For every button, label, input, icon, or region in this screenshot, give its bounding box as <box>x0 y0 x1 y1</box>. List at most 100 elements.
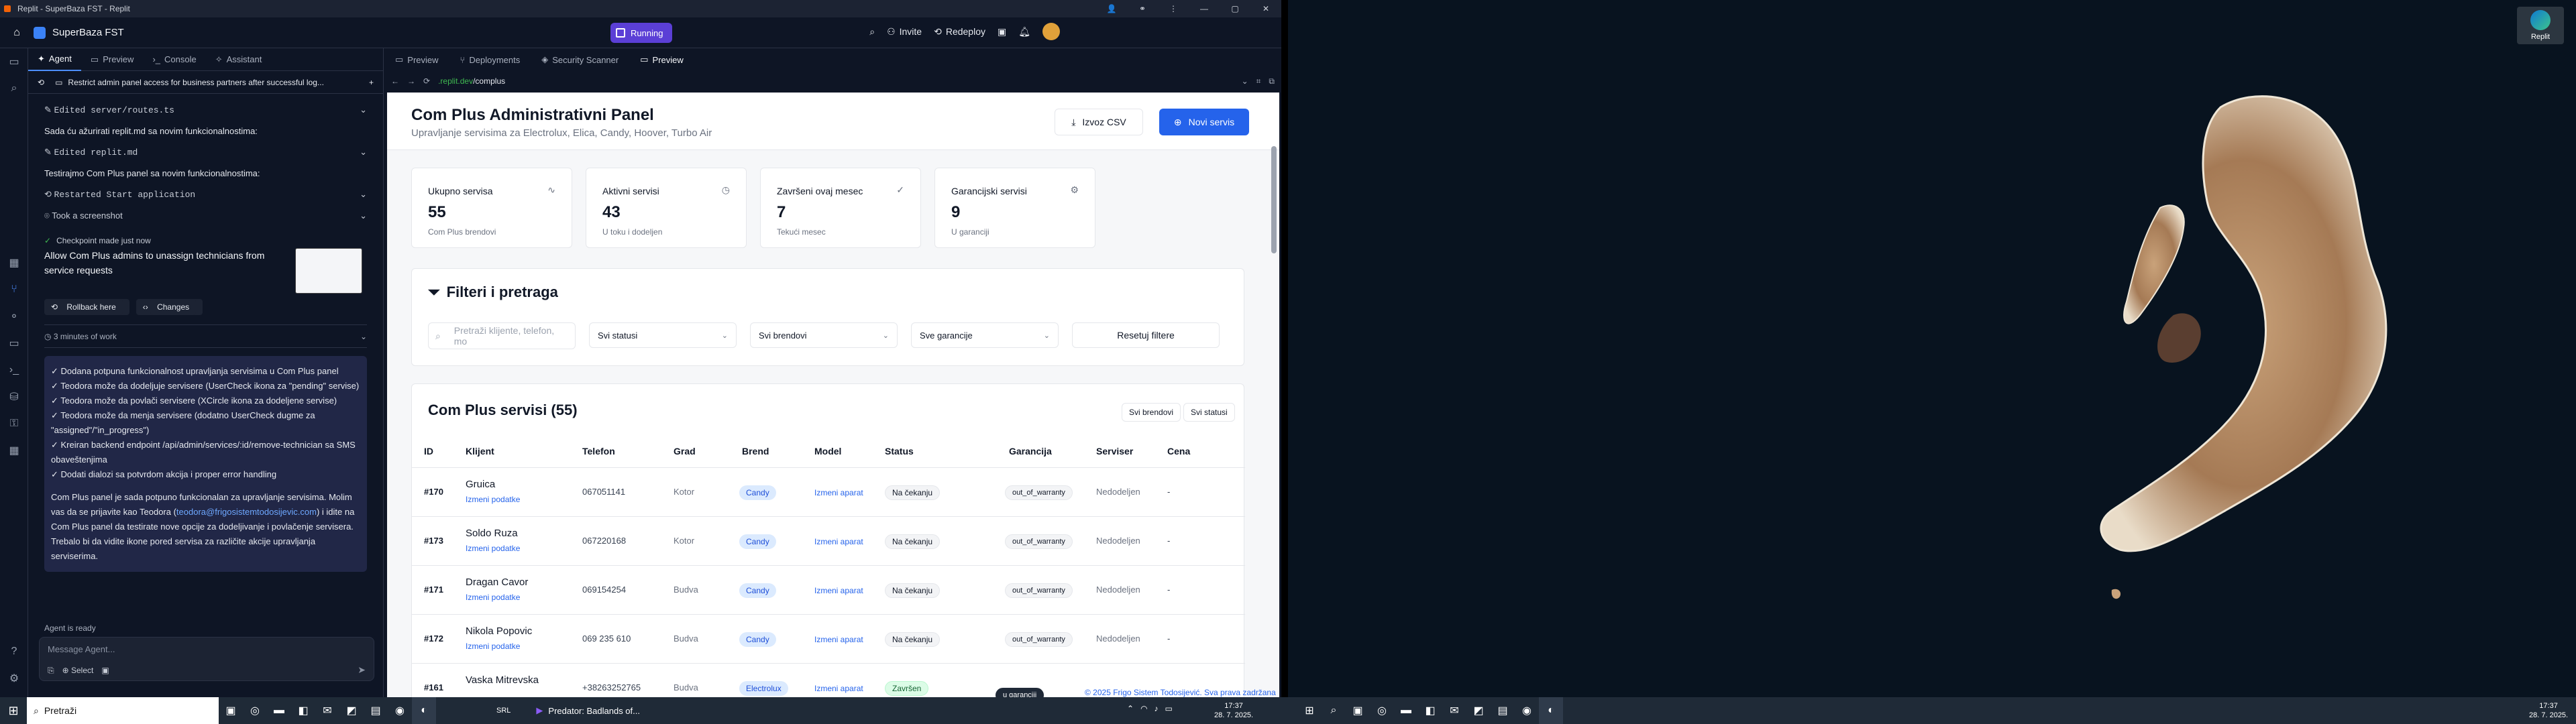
apps-icon[interactable]: ▦ <box>0 249 28 276</box>
reload-icon[interactable]: ⟳ <box>423 76 430 86</box>
more-icon[interactable]: ⋮ <box>1158 0 1189 17</box>
work-summary-toggle[interactable]: ◷ 3 minutes of work ⌄ <box>44 325 367 348</box>
panel-icon[interactable]: ▣ <box>998 26 1006 38</box>
send-icon[interactable]: ➤ <box>358 664 366 676</box>
copilot-icon[interactable]: ◎ <box>243 697 267 724</box>
taskbar-media[interactable]: SRL ▶ Predator: Badlands of... <box>496 697 640 724</box>
tab-preview-2[interactable]: ▭ Preview <box>629 48 694 71</box>
desktop-icon-replit[interactable]: Replit <box>2517 7 2564 44</box>
task-view-icon[interactable]: ▣ <box>1346 697 1370 724</box>
edit-client-link[interactable]: Izmeni podatke <box>466 544 520 553</box>
database-icon[interactable]: ⛁ <box>0 383 28 410</box>
project-name[interactable]: SuperBaza FST <box>34 26 124 39</box>
checkpoint-thumbnail[interactable] <box>295 248 362 294</box>
outlook-icon[interactable]: ◩ <box>1466 697 1491 724</box>
chevron-down-icon[interactable]: ⌄ <box>1242 76 1248 86</box>
export-csv-button[interactable]: ⤓ Izvoz CSV <box>1055 109 1143 135</box>
brands-pill[interactable]: Svi brendovi <box>1122 403 1181 422</box>
redeploy-button[interactable]: ⟲ Redeploy <box>934 26 985 38</box>
status-pill[interactable]: Svi statusi <box>1183 403 1235 422</box>
col-header[interactable]: Status <box>885 446 914 457</box>
select-button[interactable]: ⊕ Select <box>62 666 94 676</box>
col-header[interactable]: Grad <box>674 446 696 457</box>
table-row[interactable]: #172 Nikola Popovic Izmeni podatke 069 2… <box>412 614 1245 663</box>
help-icon[interactable]: ? <box>0 638 28 665</box>
mail-icon[interactable]: ✉ <box>315 697 339 724</box>
mail-icon[interactable]: ✉ <box>1442 697 1466 724</box>
avatar[interactable] <box>1042 23 1060 40</box>
devtools-icon[interactable]: ⌗ <box>1256 76 1261 86</box>
warranty-select[interactable]: Sve garancije ⌄ <box>911 322 1059 348</box>
rollback-button[interactable]: ⟲ Rollback here <box>44 299 129 315</box>
chrome-icon[interactable]: ◉ <box>1515 697 1539 724</box>
store-icon[interactable]: ◧ <box>1418 697 1442 724</box>
reset-filters-button[interactable]: Resetuj filtere <box>1072 322 1220 348</box>
invite-button[interactable]: ⚇ Invite <box>887 26 922 38</box>
forward-icon[interactable]: → <box>407 76 415 86</box>
deploy-rail-icon[interactable]: ⑂ <box>0 276 28 303</box>
tab-assistant[interactable]: ✧ Assistant <box>206 48 272 71</box>
volume-icon[interactable]: ♪ <box>1155 704 1159 713</box>
outlook-icon[interactable]: ◩ <box>339 697 364 724</box>
step-row[interactable]: ✎ Edited server/routes.ts ⌄ <box>44 99 367 121</box>
col-header[interactable]: ID <box>424 446 433 457</box>
message-input[interactable]: Message Agent... ⎘ ⊕ Select ▣ ➤ <box>39 637 374 681</box>
folder-icon[interactable]: ▬ <box>1394 697 1418 724</box>
git-icon[interactable]: ⚬ <box>0 303 28 330</box>
taskbar-clock[interactable]: 17:37 28. 7. 2025. <box>1214 701 1253 720</box>
edit-client-link[interactable]: Izmeni podatke <box>466 593 520 602</box>
tab-preview[interactable]: ▭ Preview <box>81 48 144 71</box>
url-field[interactable]: .replit.dev/complus <box>438 76 505 86</box>
tab-deployments[interactable]: ⑂ Deployments <box>449 48 531 71</box>
edit-appliance-link[interactable]: Izmeni aparat <box>814 684 863 693</box>
search-input[interactable]: ⌕ Pretraži klijente, telefon, mo <box>428 322 576 349</box>
col-header[interactable]: Garancija <box>1009 446 1052 457</box>
files-icon[interactable]: ▭ <box>0 48 28 75</box>
task-view-icon[interactable]: ▣ <box>219 697 243 724</box>
run-button[interactable]: Running <box>610 23 673 43</box>
taskbar-clock[interactable]: 17:37 28. 7. 2025. <box>2529 701 2568 720</box>
step-row[interactable]: ⟲ Restarted Start application ⌄ <box>44 184 367 205</box>
history-icon[interactable]: ⟲ <box>38 78 44 87</box>
minimize-icon[interactable]: — <box>1189 0 1220 17</box>
email-link[interactable]: teodora@frigosistemtodosijevic.com <box>176 507 317 517</box>
tab-console[interactable]: ›_ Console <box>143 48 205 71</box>
taskbar-search[interactable]: ⌕ Pretraži <box>27 697 219 724</box>
search-icon[interactable]: ⌕ <box>1322 697 1346 724</box>
brand-select[interactable]: Svi brendovi ⌄ <box>750 322 898 348</box>
col-header[interactable]: Klijent <box>466 446 494 457</box>
attach-icon[interactable]: ⎘ <box>48 666 54 676</box>
edit-client-link[interactable]: Izmeni podatke <box>466 495 520 504</box>
search-rail-icon[interactable]: ⌕ <box>0 75 28 102</box>
chevron-up-icon[interactable]: ⌃ <box>1127 704 1134 713</box>
replit-taskbar-icon[interactable]: ◐ <box>412 697 436 724</box>
step-row[interactable]: ⌾ Took a screenshot ⌄ <box>44 205 367 227</box>
col-header[interactable]: Model <box>814 446 841 457</box>
copilot-icon[interactable]: ◎ <box>1370 697 1394 724</box>
link-icon[interactable]: ⚭ <box>1127 0 1158 17</box>
excel-icon[interactable]: ▤ <box>364 697 388 724</box>
new-service-button[interactable]: ⊕ Novi servis <box>1159 109 1249 135</box>
step-row[interactable]: ✎ Edited replit.md ⌄ <box>44 141 367 163</box>
maximize-icon[interactable]: ▢ <box>1220 0 1250 17</box>
wifi-icon[interactable]: ◠ <box>1140 704 1147 713</box>
excel-icon[interactable]: ▤ <box>1491 697 1515 724</box>
new-chat-icon[interactable]: + <box>369 78 374 87</box>
table-row[interactable]: #171 Dragan Cavor Izmeni podatke 0691542… <box>412 565 1245 614</box>
col-header[interactable]: Brend <box>742 446 769 457</box>
task-title[interactable]: Restrict admin panel access for business… <box>68 78 324 87</box>
monitor-icon[interactable]: ▭ <box>0 330 28 357</box>
windows-start-icon[interactable]: ⊞ <box>1297 697 1322 724</box>
terminal-icon[interactable]: ›_ <box>0 357 28 383</box>
lang-indicator[interactable]: SRL <box>496 707 511 715</box>
table-row[interactable]: #173 Soldo Ruza Izmeni podatke 067220168… <box>412 516 1245 565</box>
tab-preview-1[interactable]: ▭ Preview <box>384 48 449 71</box>
tab-agent[interactable]: ✦ Agent <box>28 48 81 71</box>
secrets-icon[interactable]: ⚿ <box>0 410 28 437</box>
col-header[interactable]: Cena <box>1167 446 1190 457</box>
pop-out-icon[interactable]: ⧉ <box>1269 76 1275 86</box>
changes-button[interactable]: ‹› Changes <box>136 299 203 315</box>
edit-appliance-link[interactable]: Izmeni aparat <box>814 488 863 497</box>
replit-taskbar-icon[interactable]: ◐ <box>1539 697 1563 724</box>
page-scrollbar[interactable] <box>1271 146 1277 253</box>
